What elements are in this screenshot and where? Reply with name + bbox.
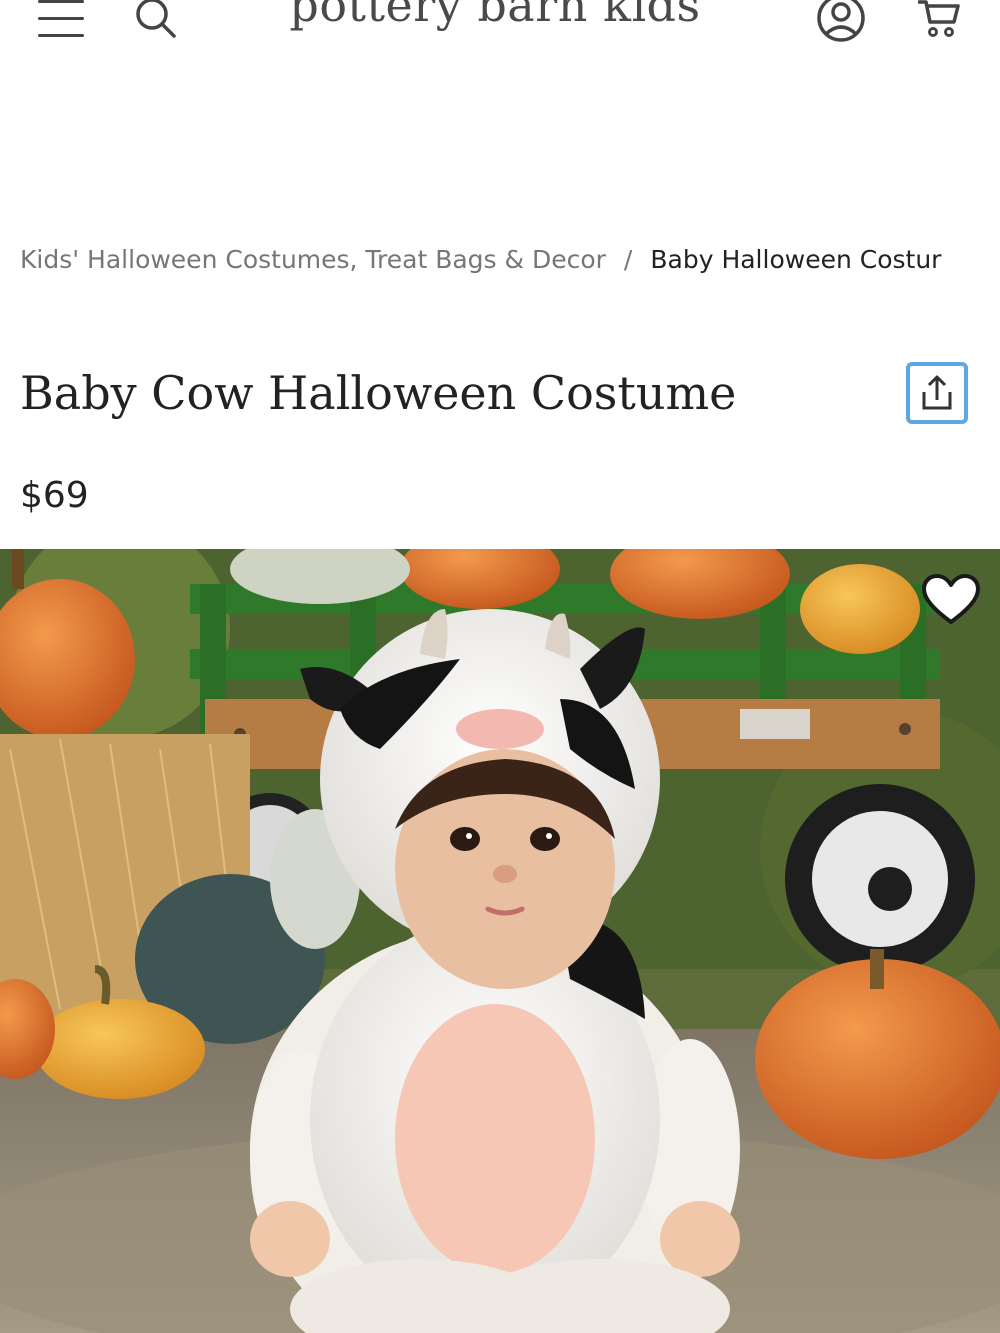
hamburger-menu-icon[interactable] [36,0,86,40]
product-title: Baby Cow Halloween Costume [20,366,737,420]
search-icon[interactable] [130,0,180,40]
product-image[interactable] [0,549,1000,1333]
breadcrumb-separator: / [623,245,633,274]
breadcrumb-current-link[interactable]: Baby Halloween Costur [650,245,941,274]
wishlist-button[interactable] [920,572,982,628]
product-page: pottery barn kids Kids' Halloween Costum… [0,0,1000,1333]
product-price: $69 [20,475,89,516]
shopping-cart-icon[interactable] [914,0,962,44]
breadcrumb: Kids' Halloween Costumes, Treat Bags & D… [20,242,1000,282]
breadcrumb-parent-link[interactable]: Kids' Halloween Costumes, Treat Bags & D… [20,245,606,274]
user-account-icon[interactable] [812,0,870,46]
heart-icon [922,574,980,624]
product-photo [0,549,1000,1333]
site-header: pottery barn kids [0,0,1000,60]
share-button[interactable] [906,362,968,424]
share-upload-icon [922,375,952,410]
site-logo[interactable]: pottery barn kids [230,0,760,32]
